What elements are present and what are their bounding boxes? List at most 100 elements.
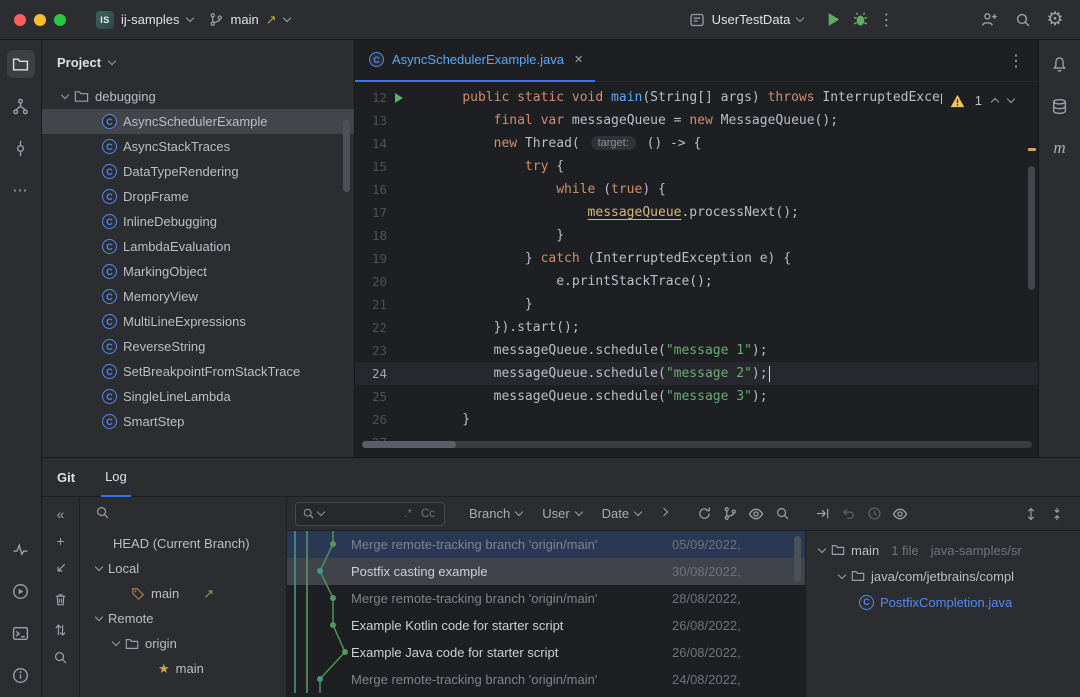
expand-all-icon[interactable] (1018, 502, 1044, 526)
undo-icon[interactable] (835, 502, 861, 526)
commit-row[interactable]: Example Java code for starter script 26/0… (287, 639, 805, 666)
database-toolwindow-button[interactable] (1046, 92, 1074, 120)
deep-compare-icon[interactable] (717, 502, 743, 526)
next-problem-icon[interactable] (1006, 94, 1016, 104)
details-dir-row[interactable]: main 1 file java-samples/sr (806, 537, 1080, 563)
debug-button[interactable] (847, 7, 873, 33)
editor-vertical-scrollbar[interactable] (1028, 166, 1035, 290)
project-scrollbar[interactable] (343, 120, 350, 192)
code-line[interactable]: 13 final var messageQueue = new MessageQ… (355, 109, 1038, 132)
branch-remote-origin[interactable]: origin (80, 631, 286, 656)
editor-options-icon[interactable]: ⋮ (1008, 51, 1024, 71)
terminal-toolwindow-button[interactable] (7, 619, 35, 647)
code-line[interactable]: 12 public static void main(String[] args… (355, 86, 1038, 109)
tree-item[interactable]: C SmartStep (42, 409, 354, 434)
tree-item[interactable]: C AsyncStackTraces (42, 134, 354, 159)
problems-toolwindow-button[interactable] (7, 661, 35, 689)
regex-toggle[interactable]: .* (401, 508, 415, 520)
editor-horizontal-scrollbar-thumb[interactable] (362, 441, 456, 448)
services-toolwindow-button[interactable] (7, 577, 35, 605)
code-line[interactable]: 17 messageQueue.processNext(); (355, 201, 1038, 224)
filter-branches-icon[interactable] (95, 505, 110, 523)
code-area[interactable]: 12 public static void main(String[] args… (355, 82, 1038, 457)
tree-item[interactable]: C LambdaEvaluation (42, 234, 354, 259)
code-line[interactable]: 18 } (355, 224, 1038, 247)
more-actions-button[interactable]: ⋮ (873, 7, 899, 33)
run-configuration-selector[interactable]: UserTestData (681, 8, 812, 32)
commit-row[interactable]: Merge remote-tracking branch 'origin/mai… (287, 531, 805, 558)
warning-stripe-mark[interactable] (1028, 148, 1036, 151)
hide-toolwindow-icon[interactable]: « (57, 507, 65, 521)
tree-item[interactable]: C MarkingObject (42, 259, 354, 284)
checkout-icon[interactable] (53, 561, 68, 579)
code-line[interactable]: 19 } catch (InterruptedException e) { (355, 247, 1038, 270)
code-line[interactable]: 26 } (355, 408, 1038, 431)
code-line[interactable]: 16 while (true) { (355, 178, 1038, 201)
editor-horizontal-scrollbar[interactable] (431, 441, 1032, 448)
close-tab-icon[interactable]: ✕ (574, 53, 583, 66)
profiler-toolwindow-button[interactable] (7, 535, 35, 563)
tree-item[interactable]: C ReverseString (42, 334, 354, 359)
tree-item[interactable]: C MemoryView (42, 284, 354, 309)
commit-row[interactable]: Merge remote-tracking branch 'origin/mai… (287, 666, 805, 693)
log-search-input[interactable]: .* Cc (295, 501, 445, 526)
close-window-button[interactable] (14, 13, 26, 26)
preview-diff-icon[interactable] (743, 502, 769, 526)
code-line[interactable]: 15 try { (355, 155, 1038, 178)
user-filter[interactable]: User (532, 502, 591, 526)
structure-toolwindow-button[interactable] (7, 92, 35, 120)
commit-list-scrollbar[interactable] (794, 536, 801, 582)
search-options-icon[interactable] (316, 507, 326, 517)
project-toolwindow-button[interactable] (6, 50, 35, 78)
search-everywhere-button[interactable] (1010, 7, 1036, 33)
delete-branch-icon[interactable] (53, 592, 68, 610)
maximize-window-button[interactable] (54, 13, 66, 26)
branch-filter[interactable]: Branch (459, 502, 532, 526)
more-toolwindows-button[interactable]: ⋯ (7, 176, 35, 204)
tree-item[interactable]: C InlineDebugging (42, 209, 354, 234)
previous-problem-icon[interactable] (990, 97, 1000, 107)
details-dir-row[interactable]: java/com/jetbrains/compl (806, 563, 1080, 589)
notifications-button[interactable] (1046, 50, 1074, 78)
git-branch-selector[interactable]: main ↗ (201, 8, 298, 32)
fetch-icon[interactable]: ⇅ (55, 623, 67, 637)
tree-item[interactable]: C AsyncSchedulerExample (42, 109, 354, 134)
commit-row[interactable]: Postfix casting example 30/08/2022, (287, 558, 805, 585)
tree-item[interactable]: C DataTypeRendering (42, 159, 354, 184)
branch-group-local[interactable]: Local (80, 556, 286, 581)
search-branches-icon[interactable] (53, 650, 68, 668)
details-file-row[interactable]: C PostfixCompletion.java (806, 589, 1080, 615)
commit-toolwindow-button[interactable] (7, 134, 35, 162)
code-with-me-button[interactable] (976, 7, 1002, 33)
tree-item[interactable]: C MultiLineExpressions (42, 309, 354, 334)
code-line[interactable]: 24 messageQueue.schedule("message 2"); (355, 362, 1038, 385)
branch-origin-main[interactable]: ★ main (80, 656, 286, 681)
project-selector[interactable]: IS ij-samples (88, 7, 201, 33)
search-log-icon[interactable] (769, 502, 795, 526)
date-filter[interactable]: Date (592, 502, 651, 526)
tree-item[interactable]: C SingleLineLambda (42, 384, 354, 409)
collapse-all-icon[interactable] (1044, 502, 1070, 526)
jump-to-reference-icon[interactable] (809, 502, 835, 526)
minimize-window-button[interactable] (34, 13, 46, 26)
maven-toolwindow-button[interactable]: m (1046, 134, 1074, 162)
tree-item[interactable]: C DropFrame (42, 184, 354, 209)
inspection-widget[interactable]: 1 (941, 90, 1022, 111)
history-icon[interactable] (861, 502, 887, 526)
code-line[interactable]: 23 messageQueue.schedule("message 1"); (355, 339, 1038, 362)
code-line[interactable]: 20 e.printStackTrace(); (355, 270, 1038, 293)
show-details-icon[interactable] (887, 502, 913, 526)
project-panel-header[interactable]: Project (42, 40, 354, 84)
editor-tab[interactable]: C AsyncSchedulerExample.java ✕ (355, 40, 596, 82)
git-tab-log[interactable]: Log (101, 458, 131, 497)
refresh-log-icon[interactable] (691, 502, 717, 526)
tree-item-root[interactable]: debugging (42, 84, 354, 109)
code-line[interactable]: 25 messageQueue.schedule("message 3"); (355, 385, 1038, 408)
code-line[interactable]: 21 } (355, 293, 1038, 316)
commit-row[interactable]: Merge remote-tracking branch 'origin/mai… (287, 585, 805, 612)
code-line[interactable]: 14 new Thread( target: () -> { (355, 132, 1038, 155)
branch-head-row[interactable]: HEAD (Current Branch) (80, 531, 286, 556)
more-filters-icon[interactable] (651, 502, 677, 526)
branch-local-main[interactable]: main ↗ (80, 581, 286, 606)
settings-button[interactable]: ⚙ (1042, 7, 1068, 33)
